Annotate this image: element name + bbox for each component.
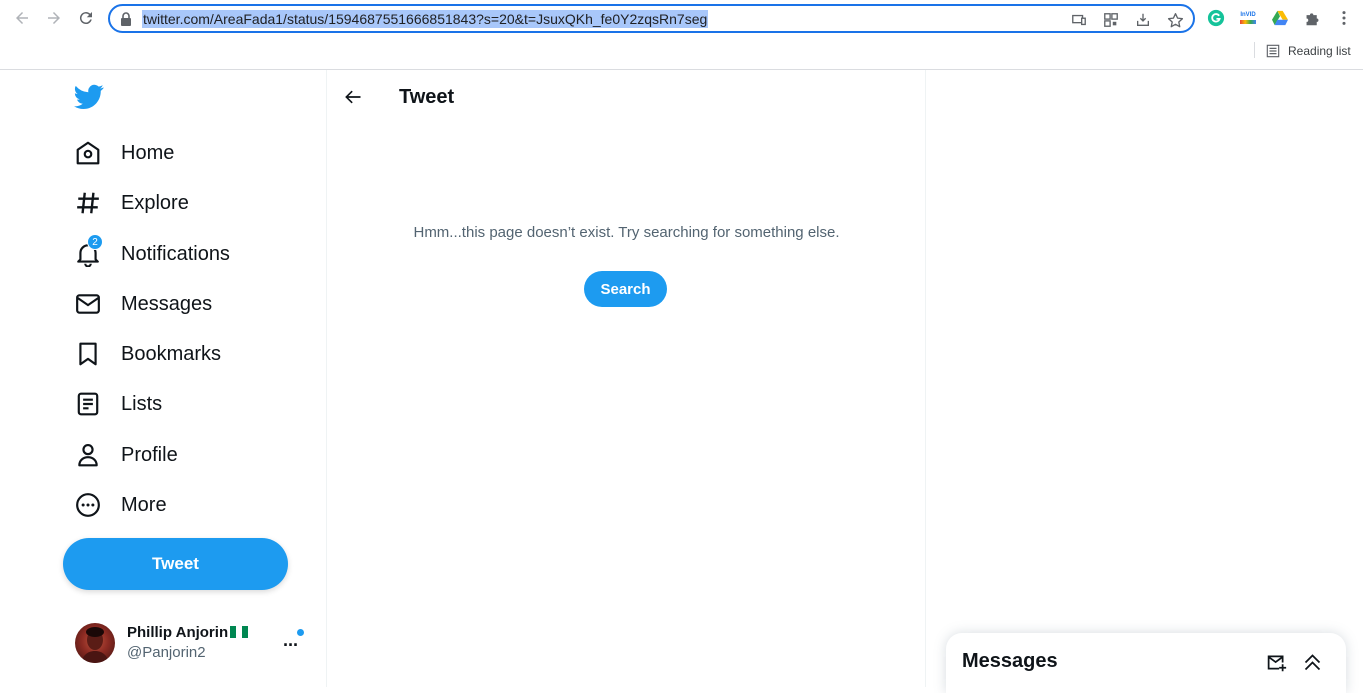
account-handle: @Panjorin2 [127,644,206,661]
reading-list-icon [1266,44,1280,58]
sidebar-item-label: Messages [121,292,213,315]
bell-icon: 2 [74,234,103,268]
invid-label: InVID [1240,12,1256,18]
lock-icon [121,12,131,26]
unread-dot [297,629,304,636]
browser-toolbar: twitter.com/AreaFada1/status/15946875516… [0,0,1363,70]
chrome-menu-icon[interactable] [1334,8,1354,28]
hashtag-icon [74,189,102,217]
sidebar-item-home[interactable]: Home [74,138,174,168]
sidebar-item-label: Explore [121,191,189,214]
home-icon [74,139,102,167]
grammarly-icon[interactable] [1206,8,1226,28]
invid-extension-icon[interactable]: InVID [1238,8,1258,28]
extensions-puzzle-icon[interactable] [1302,8,1322,28]
reading-list-button[interactable]: Reading list [1266,42,1351,60]
more-circle-icon [74,491,102,519]
sidebar-item-bookmarks[interactable]: Bookmarks [74,339,221,369]
person-icon [74,441,102,469]
sidebar-item-notifications[interactable]: 2 Notifications [74,234,230,269]
sidebar-item-lists[interactable]: Lists [74,389,162,419]
page-title: Tweet [399,86,455,108]
bookmark-icon [74,340,102,368]
sidebar-item-label: Bookmarks [121,342,222,365]
reload-icon[interactable] [74,6,98,30]
twitter-logo-icon[interactable] [74,84,104,110]
url-text[interactable]: twitter.com/AreaFada1/status/15946875516… [142,10,709,28]
search-button[interactable]: Search [584,271,667,307]
sidebar-item-label: Profile [121,443,178,466]
install-app-icon[interactable] [1134,11,1152,29]
back-arrow-icon[interactable] [10,6,34,30]
sidebar-item-label: More [121,493,167,516]
more-horizontal-icon[interactable]: ··· [283,635,299,656]
sidebar: Home Explore 2 Notifications Messages Bo… [0,70,327,687]
list-icon [74,390,102,418]
sidebar-item-label: Home [121,141,175,164]
qr-code-icon[interactable] [1102,11,1120,29]
avatar [75,623,115,663]
invid-color-bar [1240,20,1256,24]
expand-chevrons-icon[interactable] [1301,651,1323,673]
account-name: Phillip Anjorin [127,624,249,641]
notification-count-badge: 2 [87,234,103,250]
cast-icon[interactable] [1070,11,1088,29]
address-bar[interactable]: twitter.com/AreaFada1/status/15946875516… [108,4,1195,33]
google-drive-icon[interactable] [1270,8,1290,28]
back-arrow-icon[interactable] [342,86,364,108]
empty-state-message: Hmm...this page doesn’t exist. Try searc… [413,224,840,241]
toolbar-divider [1254,42,1255,58]
tweet-button[interactable]: Tweet [63,538,288,590]
new-message-icon[interactable] [1265,651,1287,673]
main-column: Tweet Hmm...this page doesn’t exist. Try… [327,70,926,687]
sidebar-item-label: Notifications [121,242,230,265]
forward-arrow-icon[interactable] [42,6,66,30]
nigeria-flag-icon [230,626,249,638]
messages-drawer[interactable]: Messages [946,633,1346,693]
sidebar-item-explore[interactable]: Explore [74,188,189,218]
sidebar-item-label: Lists [121,392,163,415]
account-name-text: Phillip Anjorin [127,624,229,641]
reading-list-label: Reading list [1288,44,1351,58]
bookmark-star-icon[interactable] [1166,11,1184,29]
messages-drawer-title: Messages [962,650,1058,672]
sidebar-item-messages[interactable]: Messages [74,289,212,319]
sidebar-item-profile[interactable]: Profile [74,440,178,470]
sidebar-item-more[interactable]: More [74,490,167,520]
account-switcher[interactable]: Phillip Anjorin @Panjorin2 ··· [75,623,315,665]
envelope-icon [74,290,102,318]
